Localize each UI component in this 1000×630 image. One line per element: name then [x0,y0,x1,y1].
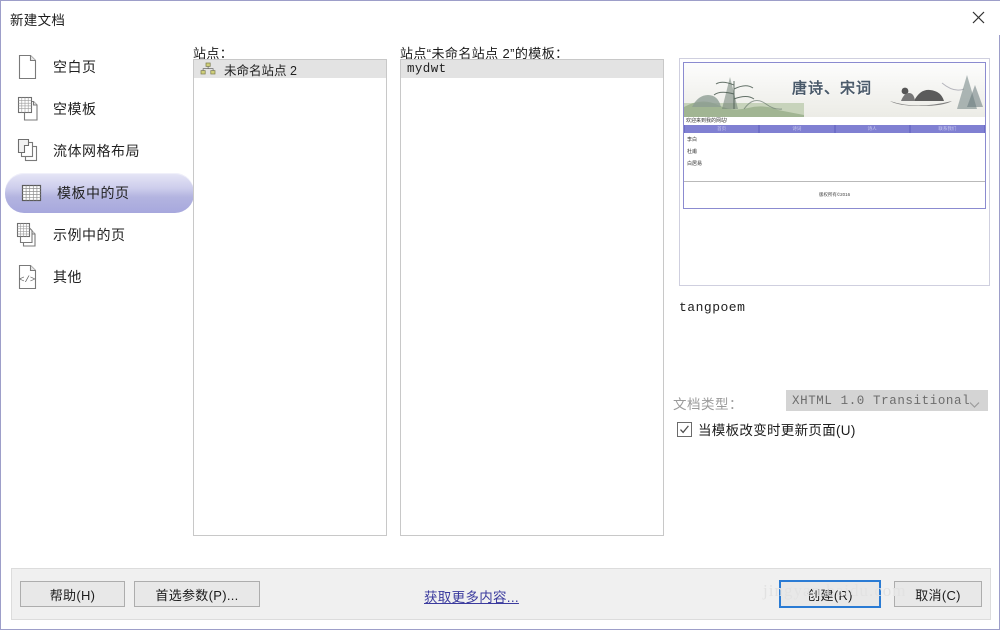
preview-nav-item: 诗词 [760,125,833,133]
templates-listbox[interactable]: mydwt [400,59,664,536]
doctype-label: 文档类型： [673,393,743,413]
checkbox-box[interactable] [677,422,692,437]
preview-nav-bar: 首页 诗词 诗人 联系我们 [684,125,985,133]
blank-template-icon [15,95,41,123]
page-title: 新建文档 [10,9,65,29]
update-on-template-change-checkbox[interactable]: 当模板改变时更新页面(U) [677,419,856,439]
preview-poet-item: 白居易 [684,157,985,169]
list-item[interactable]: mydwt [401,60,663,78]
category-label: 示例中的页 [53,225,126,245]
create-button[interactable]: 创建(R) [779,580,881,608]
category-label: 流体网格布局 [53,141,140,161]
list-item-label: mydwt [407,62,447,76]
svg-text:</>: </> [19,275,35,285]
preferences-button[interactable]: 首选参数(P)... [134,581,260,607]
category-item-other[interactable]: </> 其他 [1,257,194,297]
chevron-down-icon [969,396,980,414]
preview-banner-title: 唐诗、宋词 [792,77,872,98]
preview-nav-item: 首页 [685,125,758,133]
page-from-sample-icon [15,221,41,249]
code-other-icon: </> [15,263,41,291]
doctype-value: XHTML 1.0 Transitional [786,394,970,408]
preview-poet-item: 杜甫 [684,145,985,157]
category-label: 其他 [53,267,82,287]
preview-template-name: tangpoem [679,300,745,315]
category-item-page-from-sample[interactable]: 示例中的页 [1,215,194,255]
category-list: 空白页 [1,47,194,547]
preview-body: 李白 杜甫 白居易 [684,133,985,188]
preview-nav-item: 诗人 [836,125,909,133]
category-label: 模板中的页 [57,183,130,203]
preview-page: 唐诗、宋词 欢迎来到我的网站! 首页 诗词 诗人 联系我们 李白 杜甫 白居易 … [683,62,986,209]
cancel-button[interactable]: 取消(C) [894,581,982,607]
preview-footer: 版权所有©2016 [684,181,985,208]
preview-copyright: 版权所有©2016 [684,182,985,208]
help-button[interactable]: 帮助(H) [20,581,125,607]
checkbox-label: 当模板改变时更新页面(U) [698,419,856,439]
category-label: 空模板 [53,99,97,119]
preview-welcome-text: 欢迎来到我的网站! [684,117,985,125]
fluid-grid-icon [15,137,41,165]
page-from-template-icon [19,179,45,207]
template-preview: 唐诗、宋词 欢迎来到我的网站! 首页 诗词 诗人 联系我们 李白 杜甫 白居易 … [679,58,990,286]
sitemap-icon [200,62,216,76]
list-item-label: 未命名站点 2 [224,60,297,79]
category-item-blank-template[interactable]: 空模板 [1,89,194,129]
category-item-fluid-grid[interactable]: 流体网格布局 [1,131,194,171]
doctype-select[interactable]: XHTML 1.0 Transitional [786,390,988,411]
close-button[interactable] [955,1,1000,33]
new-document-dialog: 新建文档 空白页 [0,0,1000,630]
category-item-blank-page[interactable]: 空白页 [1,47,194,87]
blank-page-icon [15,53,41,81]
dialog-footer: 帮助(H) 首选参数(P)... 获取更多内容... 创建(R) 取消(C) [11,568,991,620]
preview-nav-item: 联系我们 [911,125,984,133]
close-icon [972,11,985,24]
list-item[interactable]: 未命名站点 2 [194,60,386,78]
category-item-page-from-template[interactable]: 模板中的页 [5,173,194,213]
preview-banner: 唐诗、宋词 [684,63,985,117]
sites-listbox[interactable]: 未命名站点 2 [193,59,387,536]
get-more-content-link[interactable]: 获取更多内容... [424,586,519,606]
category-label: 空白页 [53,57,97,77]
preview-poet-item: 李白 [684,133,985,145]
title-bar: 新建文档 [1,1,1000,35]
